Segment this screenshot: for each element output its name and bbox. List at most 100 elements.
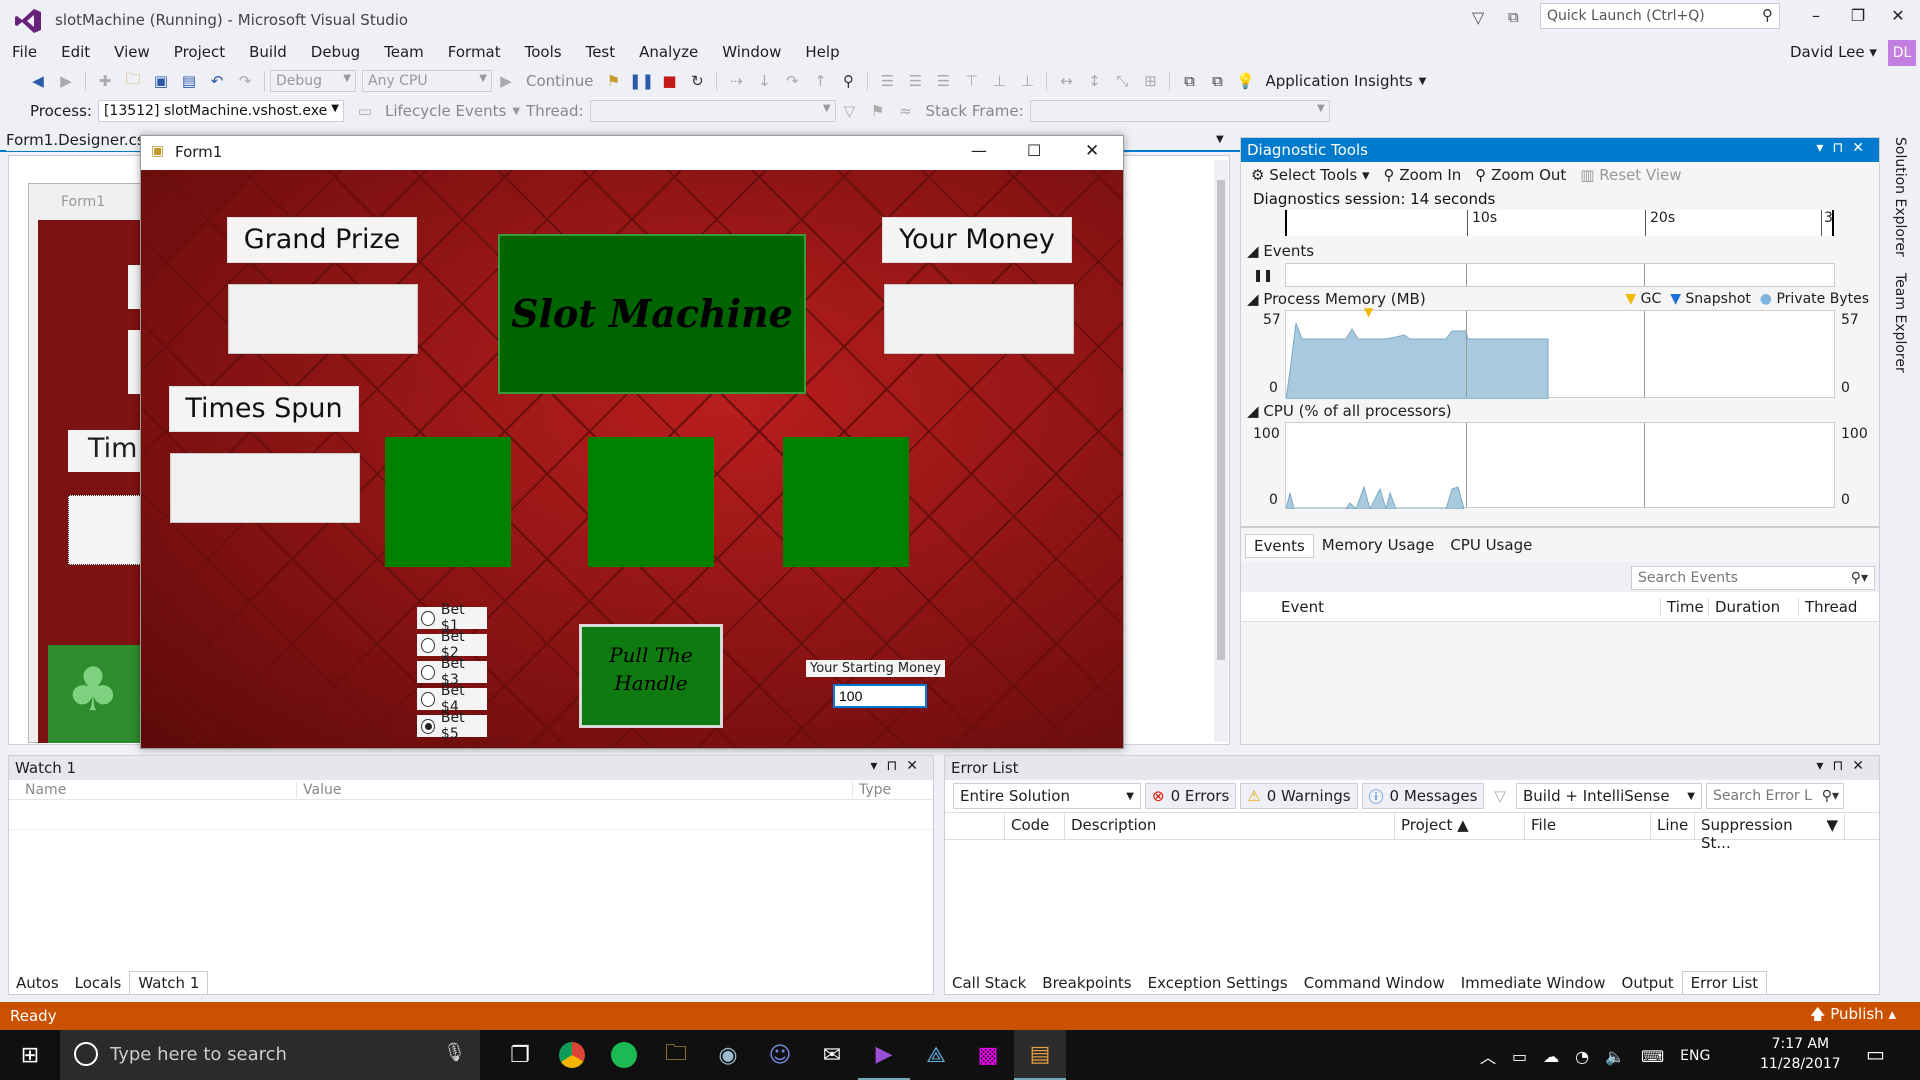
- close-button[interactable]: ✕: [1886, 6, 1910, 28]
- col-time[interactable]: Time: [1661, 597, 1709, 616]
- tab-immediate-window[interactable]: Immediate Window: [1453, 972, 1614, 994]
- grand-prize-textbox[interactable]: [228, 284, 418, 354]
- col-thread[interactable]: Thread: [1799, 598, 1869, 616]
- select-tools-button[interactable]: ⚙ Select Tools ▾: [1251, 166, 1370, 184]
- filter-icon[interactable]: ▽: [839, 100, 861, 122]
- tab-memory-usage[interactable]: Memory Usage: [1314, 534, 1443, 558]
- bet-5-radio[interactable]: Bet $5: [417, 710, 487, 742]
- stack-frame-select[interactable]: ▼: [1029, 100, 1330, 122]
- process-memory-header[interactable]: ◢ Process Memory (MB) ▼ GC ▼ Snapshot ● …: [1241, 288, 1879, 310]
- undo-icon[interactable]: ↶: [206, 70, 228, 92]
- col-type[interactable]: Type: [853, 782, 913, 798]
- step-out-icon[interactable]: ↑: [809, 70, 831, 92]
- align-bottom-icon[interactable]: ⊥: [1016, 70, 1038, 92]
- starting-money-input[interactable]: [833, 684, 927, 708]
- process-select[interactable]: [13512] slotMachine.vshost.exe ▼: [97, 100, 344, 122]
- new-project-icon[interactable]: ✚: [94, 70, 116, 92]
- align-right-icon[interactable]: ☰: [932, 70, 954, 92]
- tab-events[interactable]: Events: [1245, 534, 1314, 558]
- tab-breakpoints[interactable]: Breakpoints: [1034, 972, 1139, 994]
- steam-icon[interactable]: ◉: [702, 1030, 754, 1080]
- timeline-ruler[interactable]: 10s 20s 3: [1285, 210, 1834, 236]
- align-left-icon[interactable]: ☰: [876, 70, 898, 92]
- form-minimize-button[interactable]: —: [971, 141, 987, 160]
- menu-view[interactable]: View: [102, 40, 162, 66]
- col-line[interactable]: Line: [1651, 813, 1695, 839]
- solution-explorer-tab[interactable]: Solution Explorer: [1892, 137, 1908, 257]
- bet-3-radio[interactable]: Bet $3: [417, 656, 487, 688]
- flag-icon[interactable]: ⚑: [867, 100, 889, 122]
- restart-icon[interactable]: ↻: [686, 70, 708, 92]
- pause-icon[interactable]: ❚❚: [1241, 268, 1285, 282]
- menu-tools[interactable]: Tools: [513, 40, 574, 66]
- errors-filter-button[interactable]: ⊗ 0 Errors: [1145, 783, 1237, 809]
- align-middle-icon[interactable]: ⊥: [988, 70, 1010, 92]
- restore-button[interactable]: ❐: [1846, 6, 1870, 28]
- spotify-icon[interactable]: [598, 1030, 650, 1080]
- menu-analyze[interactable]: Analyze: [627, 40, 710, 66]
- warnings-filter-button[interactable]: ⚠ 0 Warnings: [1240, 783, 1358, 809]
- keyboard-icon[interactable]: ⌨: [1641, 1047, 1664, 1066]
- wifi-icon[interactable]: ◔: [1575, 1047, 1589, 1066]
- make-same-height-icon[interactable]: ↕: [1083, 70, 1105, 92]
- pane-controls[interactable]: ▾⊓✕: [870, 758, 927, 774]
- quick-launch-input[interactable]: Quick Launch (Ctrl+Q) ⚲: [1540, 3, 1780, 29]
- messages-filter-button[interactable]: ⓘ 0 Messages: [1361, 783, 1485, 809]
- start-button[interactable]: ⊞: [4, 1030, 56, 1080]
- mail-icon[interactable]: ✉: [806, 1030, 858, 1080]
- platform-select[interactable]: Any CPU ▼: [362, 70, 492, 92]
- minimize-button[interactable]: –: [1804, 6, 1828, 28]
- open-folder-icon[interactable]: 🗀: [122, 70, 144, 92]
- battery-icon[interactable]: ▭: [1512, 1047, 1527, 1066]
- design-selected-textbox[interactable]: [68, 495, 148, 565]
- forward-icon[interactable]: ▶: [55, 70, 77, 92]
- menu-window[interactable]: Window: [710, 40, 793, 66]
- tab-command-window[interactable]: Command Window: [1296, 972, 1453, 994]
- team-explorer-tab[interactable]: Team Explorer: [1892, 273, 1908, 373]
- make-same-width-icon[interactable]: ↔: [1055, 70, 1077, 92]
- events-section-header[interactable]: ◢ Events: [1241, 240, 1879, 262]
- volume-icon[interactable]: 🔈: [1605, 1047, 1625, 1066]
- chevron-up-icon[interactable]: ︿: [1480, 1044, 1496, 1068]
- search-error-list-input[interactable]: Search Error L ⚲▾: [1705, 783, 1844, 809]
- designer-vertical-scrollbar[interactable]: [1214, 160, 1228, 742]
- lifecycle-events-button[interactable]: Lifecycle Events: [385, 102, 506, 120]
- step-into-icon[interactable]: ↓: [753, 70, 775, 92]
- reset-view-button[interactable]: ▥ Reset View: [1580, 166, 1681, 184]
- thread-select[interactable]: ▼: [589, 100, 836, 122]
- taskbar-search-box[interactable]: Type here to search 🎙: [60, 1030, 480, 1080]
- watch-empty-row[interactable]: [9, 800, 933, 830]
- discord-icon[interactable]: ☺: [754, 1030, 806, 1080]
- menu-build[interactable]: Build: [237, 40, 299, 66]
- tab-call-stack[interactable]: Call Stack: [944, 972, 1034, 994]
- bet-4-radio[interactable]: Bet $4: [417, 683, 487, 715]
- tab-cpu-usage[interactable]: CPU Usage: [1442, 534, 1540, 558]
- col-name[interactable]: Name: [9, 781, 297, 798]
- tab-watch-1[interactable]: Watch 1: [129, 971, 209, 995]
- pause-icon[interactable]: ❚❚: [629, 70, 654, 92]
- tab-dropdown-icon[interactable]: ▼: [1216, 134, 1224, 145]
- zoom-in-button[interactable]: ⚲ Zoom In: [1384, 166, 1462, 184]
- taskbar-clock[interactable]: 7:17 AM 11/28/2017: [1760, 1034, 1841, 1074]
- pull-handle-button[interactable]: Pull The Handle: [579, 624, 723, 728]
- app-icon[interactable]: ⟁: [910, 1030, 962, 1080]
- menu-team[interactable]: Team: [372, 40, 436, 66]
- scope-select[interactable]: Entire Solution ▼: [953, 783, 1141, 809]
- search-events-input[interactable]: Search Events ⚲▾: [1631, 566, 1875, 590]
- menu-test[interactable]: Test: [574, 40, 628, 66]
- col-suppression[interactable]: Suppression St... ▼: [1695, 813, 1845, 852]
- intellij-icon[interactable]: ▩: [962, 1030, 1014, 1080]
- send-to-back-icon[interactable]: ⧉: [1206, 70, 1228, 92]
- attach-icon[interactable]: ⚑: [602, 70, 624, 92]
- cloud-icon[interactable]: ☁: [1543, 1047, 1559, 1066]
- zoom-out-button[interactable]: ⚲ Zoom Out: [1475, 166, 1566, 184]
- show-next-statement-icon[interactable]: ⇢: [725, 70, 747, 92]
- tab-error-list[interactable]: Error List: [1681, 971, 1768, 995]
- continue-button[interactable]: Continue: [526, 72, 593, 90]
- back-icon[interactable]: ◀: [27, 70, 49, 92]
- microphone-icon[interactable]: 🎙: [443, 1042, 466, 1063]
- clear-filter-icon[interactable]: ▽: [1488, 787, 1512, 805]
- menu-project[interactable]: Project: [162, 40, 237, 66]
- save-icon[interactable]: ▣: [150, 70, 172, 92]
- thread-icon[interactable]: ≈: [895, 100, 917, 122]
